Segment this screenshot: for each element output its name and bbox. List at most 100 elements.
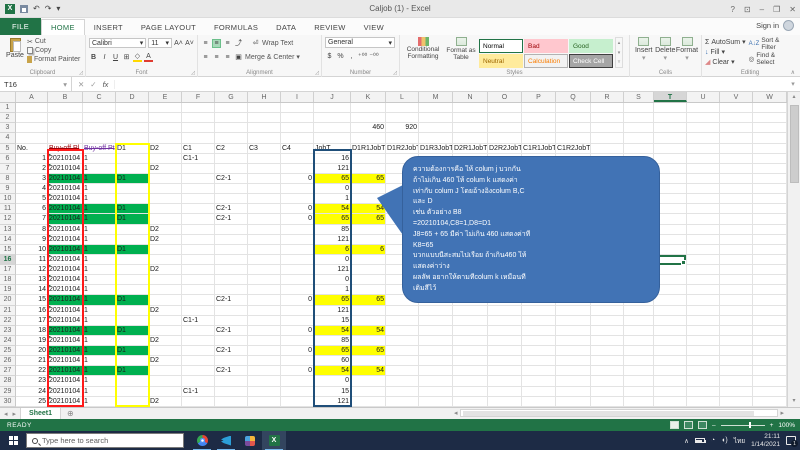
cell-F27[interactable] (182, 366, 215, 377)
cell-H23[interactable] (248, 325, 281, 336)
cell-U28[interactable] (687, 376, 720, 387)
cell-V29[interactable] (720, 386, 753, 397)
cell-V16[interactable] (720, 254, 753, 265)
cell-E8[interactable] (149, 173, 182, 184)
cell-E30[interactable]: D2 (149, 396, 182, 407)
cell-V2[interactable] (720, 113, 753, 124)
cell-K4[interactable] (351, 133, 386, 144)
cell-U1[interactable] (687, 103, 720, 114)
cell-G20[interactable]: C2-1 (215, 295, 248, 306)
cell-C21[interactable]: 1 (83, 305, 116, 316)
cell-R24[interactable] (591, 335, 624, 346)
column-header-K[interactable]: K (351, 92, 386, 102)
cell-D22[interactable] (116, 315, 149, 326)
row-header-12[interactable]: 12 (0, 214, 16, 225)
cell-T2[interactable] (654, 113, 687, 124)
cell-C17[interactable]: 1 (83, 265, 116, 276)
cell-P2[interactable] (522, 113, 556, 124)
cell-F16[interactable] (182, 254, 215, 265)
align-left-button[interactable]: ≡ (201, 53, 210, 62)
column-header-A[interactable]: A (16, 92, 48, 102)
cell-L25[interactable] (386, 346, 419, 357)
cell-D21[interactable] (116, 305, 149, 316)
volume-icon[interactable]: ◖) (721, 437, 728, 444)
cell-D30[interactable] (116, 396, 149, 407)
cell-A8[interactable]: 3 (16, 173, 48, 184)
cell-K22[interactable] (351, 315, 386, 326)
cell-V15[interactable] (720, 244, 753, 255)
enter-icon[interactable]: ✓ (90, 80, 96, 89)
cell-Q4[interactable] (556, 133, 591, 144)
cell-U3[interactable] (687, 123, 720, 134)
cell-J2[interactable] (314, 113, 351, 124)
cell-B3[interactable] (48, 123, 83, 134)
cell-U16[interactable] (687, 254, 720, 265)
cell-S28[interactable] (624, 376, 654, 387)
cell-P30[interactable] (522, 396, 556, 407)
cell-F3[interactable] (182, 123, 215, 134)
cell-B18[interactable]: 20210104 (48, 275, 83, 286)
cell-U9[interactable] (687, 184, 720, 195)
cell-H24[interactable] (248, 335, 281, 346)
italic-button[interactable]: I (100, 53, 109, 62)
cell-R5[interactable] (591, 143, 624, 154)
cell-R28[interactable] (591, 376, 624, 387)
cell-M24[interactable] (419, 335, 453, 346)
cell-M27[interactable] (419, 366, 453, 377)
cell-D15[interactable]: D1 (116, 244, 149, 255)
cell-S30[interactable] (624, 396, 654, 407)
cell-W26[interactable] (753, 356, 787, 367)
cell-E15[interactable] (149, 244, 182, 255)
cell-D25[interactable]: D1 (116, 346, 149, 357)
cell-I21[interactable] (281, 305, 314, 316)
cell-Q22[interactable] (556, 315, 591, 326)
column-header-U[interactable]: U (687, 92, 720, 102)
cell-Q2[interactable] (556, 113, 591, 124)
cell-J3[interactable] (314, 123, 351, 134)
column-header-S[interactable]: S (624, 92, 654, 102)
cell-I27[interactable]: 0 (281, 366, 314, 377)
cell-O26[interactable] (488, 356, 522, 367)
cell-U5[interactable] (687, 143, 720, 154)
cell-U23[interactable] (687, 325, 720, 336)
cell-C10[interactable]: 1 (83, 194, 116, 205)
cell-O5[interactable]: D2R2JobT (488, 143, 522, 154)
sort-filter-button[interactable]: A↓Z Sort & Filter (749, 37, 780, 51)
cell-D4[interactable] (116, 133, 149, 144)
cell-T28[interactable] (654, 376, 687, 387)
cell-C7[interactable]: 1 (83, 163, 116, 174)
cell-T25[interactable] (654, 346, 687, 357)
cell-V18[interactable] (720, 275, 753, 286)
cell-W19[interactable] (753, 285, 787, 296)
cell-U29[interactable] (687, 386, 720, 397)
normal-view-button[interactable] (669, 421, 679, 429)
cell-A5[interactable]: No. (16, 143, 48, 154)
cell-I19[interactable] (281, 285, 314, 296)
cell-R25[interactable] (591, 346, 624, 357)
cell-H7[interactable] (248, 163, 281, 174)
cell-C14[interactable]: 1 (83, 234, 116, 245)
cell-K6[interactable] (351, 153, 386, 164)
row-header-15[interactable]: 15 (0, 244, 16, 255)
cell-K20[interactable]: 65 (351, 295, 386, 306)
cell-R3[interactable] (591, 123, 624, 134)
cell-C13[interactable]: 1 (83, 224, 116, 235)
cell-A22[interactable]: 17 (16, 315, 48, 326)
column-header-C[interactable]: C (83, 92, 116, 102)
cell-F30[interactable] (182, 396, 215, 407)
cell-H8[interactable] (248, 173, 281, 184)
cell-E13[interactable]: D2 (149, 224, 182, 235)
cell-V23[interactable] (720, 325, 753, 336)
cell-J21[interactable]: 121 (314, 305, 351, 316)
cell-V3[interactable] (720, 123, 753, 134)
cell-A6[interactable]: 1 (16, 153, 48, 164)
conditional-formatting-button[interactable]: Conditional Formatting (403, 37, 443, 68)
cell-B8[interactable]: 20210104 (48, 173, 83, 184)
cell-H19[interactable] (248, 285, 281, 296)
cell-B9[interactable]: 20210104 (48, 184, 83, 195)
cell-S1[interactable] (624, 103, 654, 114)
cell-F12[interactable] (182, 214, 215, 225)
cell-O27[interactable] (488, 366, 522, 377)
cell-T30[interactable] (654, 396, 687, 407)
cell-I2[interactable] (281, 113, 314, 124)
